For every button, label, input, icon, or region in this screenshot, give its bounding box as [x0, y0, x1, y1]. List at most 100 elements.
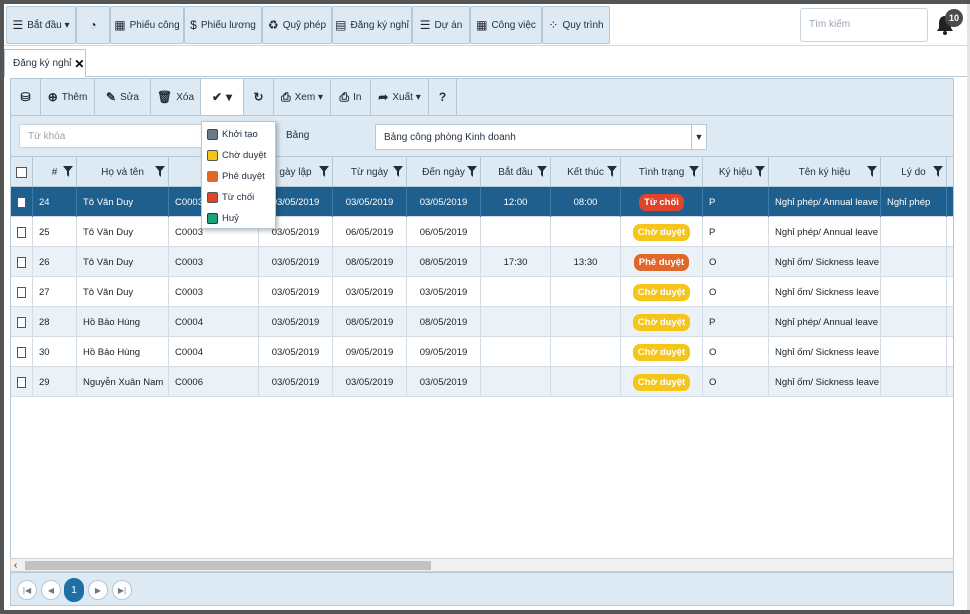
column-header[interactable]: Kết thúc — [551, 157, 621, 187]
pager: |◀ ◀ 1 ▶ ▶| — [10, 572, 954, 606]
filter-icon[interactable] — [467, 166, 477, 177]
nav-start-menu[interactable]: ☰ Bắt đầu ▾ — [6, 6, 76, 44]
filter-icon[interactable] — [607, 166, 617, 177]
cell-symbol: O — [703, 277, 769, 307]
cell-start — [481, 367, 551, 397]
table-row[interactable]: 26 Tô Văn Duy C0003 03/05/2019 08/05/2019 08/… — [11, 247, 953, 277]
chevron-down-icon[interactable]: ▼ — [691, 125, 706, 149]
scroll-left-icon[interactable]: ‹ — [14, 560, 17, 571]
cell-end: 13:30 — [551, 247, 621, 277]
page-button-current[interactable]: 1 — [64, 578, 84, 602]
cell-text: Nghỉ phép/ Annual leave — [775, 226, 878, 238]
refresh-button[interactable]: ↻ — [244, 79, 274, 115]
table-row[interactable]: 30 Hồ Bảo Hùng C0004 03/05/2019 09/05/2019 09… — [11, 337, 953, 367]
add-button[interactable]: ⊕ Thêm — [41, 79, 95, 115]
cell-start: 17:30 — [481, 247, 551, 277]
cell-text: 03/05/2019 — [271, 376, 320, 388]
column-header[interactable]: # — [33, 157, 77, 187]
notification-badge: 10 — [945, 9, 963, 27]
filter-icon[interactable] — [319, 166, 329, 177]
horizontal-scrollbar[interactable]: ‹ — [10, 558, 954, 572]
row-checkbox-cell — [11, 247, 33, 277]
cell-text: 30 — [39, 346, 50, 358]
select-all-checkbox[interactable] — [16, 166, 27, 178]
next-page-button[interactable]: ▶ — [88, 580, 108, 600]
cell-symbol-name: Nghỉ ốm/ Sickness leave — [769, 367, 881, 397]
row-checkbox[interactable] — [17, 376, 26, 388]
menu-item-cho-duyet[interactable]: Chờ duyệt — [202, 145, 275, 165]
edit-button[interactable]: ✎ Sửa — [95, 79, 151, 115]
table-row[interactable]: 27 Tô Văn Duy C0003 03/05/2019 03/05/2019 03/… — [11, 277, 953, 307]
tab-dang-ky-nghi[interactable]: Đăng ký nghỉ ✕ — [4, 49, 86, 77]
table-row[interactable]: 29 Nguyễn Xuân Nam C0006 03/05/2019 03/05/20… — [11, 367, 953, 397]
menu-item-phe-duyet[interactable]: Phê duyệt — [202, 166, 275, 186]
nav-quy-phep[interactable]: ♻ Quỹ phép — [262, 6, 332, 44]
first-page-button[interactable]: |◀ — [17, 580, 37, 600]
last-page-button[interactable]: ▶| — [112, 580, 132, 600]
nav-dashboard[interactable]: ◔ — [76, 6, 110, 44]
bang-select[interactable]: Bảng công phòng Kinh doanh — [375, 124, 707, 150]
export-button[interactable]: ➦ Xuất ▾ — [371, 79, 429, 115]
status-dropdown-button[interactable]: ✔ ▾ — [201, 79, 244, 115]
cell-status: Phê duyệt — [621, 247, 703, 277]
filter-icon[interactable] — [155, 166, 165, 177]
close-icon[interactable]: ✕ — [74, 57, 84, 71]
menu-item-khoi-tao[interactable]: Khởi tạo — [202, 124, 275, 144]
filter-icon[interactable] — [867, 166, 877, 177]
nav-quy-trinh[interactable]: ⁘ Quy trình — [542, 6, 610, 44]
table-row[interactable]: 25 Tô Văn Duy C0003 03/05/2019 06/05/2019 06/… — [11, 217, 953, 247]
cell-text: C0003 — [175, 226, 203, 238]
cell-code: C0003 — [169, 277, 259, 307]
nav-phieu-luong[interactable]: $ Phiếu lương — [184, 6, 262, 44]
row-checkbox[interactable] — [17, 346, 26, 358]
row-checkbox[interactable] — [17, 226, 26, 238]
row-checkbox[interactable] — [17, 256, 26, 268]
cell-end — [551, 307, 621, 337]
column-header[interactable]: Tình trạng — [621, 157, 703, 187]
table-row[interactable]: 28 Hồ Bảo Hùng C0004 03/05/2019 08/05/2019 08… — [11, 307, 953, 337]
table-row[interactable]: 24 Tô Văn Duy C0003 03/05/2019 03/05/2019 03/… — [11, 187, 953, 217]
delete-button[interactable]: 🗑 Xóa — [151, 79, 201, 115]
cell-num: 28 — [33, 307, 77, 337]
filter-icon[interactable] — [63, 166, 73, 177]
row-checkbox[interactable] — [17, 196, 26, 208]
nav-phieu-cong[interactable]: ▦ Phiếu công — [110, 6, 184, 44]
column-header[interactable]: Từ ngày — [333, 157, 407, 187]
filter-icon[interactable] — [755, 166, 765, 177]
cell-symbol-name: Nghỉ phép/ Annual leave — [769, 217, 881, 247]
column-header[interactable]: Ký hiệu — [703, 157, 769, 187]
row-checkbox[interactable] — [17, 286, 26, 298]
column-header[interactable]: Lý do — [881, 157, 947, 187]
menu-item-huy[interactable]: Huỷ — [202, 208, 275, 228]
search-input[interactable]: Tìm kiếm — [800, 8, 928, 42]
scrollbar-thumb[interactable] — [25, 561, 431, 570]
nav-label: Dự án — [434, 19, 463, 31]
cell-text: Nghỉ phép — [887, 196, 931, 208]
column-header[interactable]: Họ và tên — [77, 157, 169, 187]
filter-icon[interactable] — [393, 166, 403, 177]
column-header[interactable]: Bắt đầu — [481, 157, 551, 187]
cell-created: 03/05/2019 — [259, 307, 333, 337]
cell-text: Nghỉ ốm/ Sickness leave — [775, 286, 880, 298]
column-header[interactable]: M — [947, 157, 953, 187]
prev-page-button[interactable]: ◀ — [41, 580, 61, 600]
filter-icon[interactable] — [933, 166, 943, 177]
menu-item-tu-choi[interactable]: Từ chối — [202, 187, 275, 207]
column-header[interactable]: Tên ký hiệu — [769, 157, 881, 187]
find-button[interactable]: ⛁ — [11, 79, 41, 115]
filter-icon[interactable] — [689, 166, 699, 177]
row-checkbox[interactable] — [17, 316, 26, 328]
print-button[interactable]: ⎙ In — [331, 79, 371, 115]
nav-du-an[interactable]: ☰ Dự án — [412, 6, 470, 44]
view-button[interactable]: ⎙ Xem ▾ — [274, 79, 331, 115]
nav-dang-ky-nghi[interactable]: ▤ Đăng ký nghỉ — [332, 6, 412, 44]
nav-cong-viec[interactable]: ▦ Công việc — [470, 6, 542, 44]
column-header[interactable]: Đến ngày — [407, 157, 481, 187]
menu-item-label: Từ chối — [222, 191, 255, 203]
keyword-input[interactable]: Từ khóa — [19, 124, 219, 148]
filter-icon[interactable] — [537, 166, 547, 177]
export-label: Xuất ▾ — [392, 91, 421, 103]
help-button[interactable]: ? — [429, 79, 457, 115]
column-header[interactable] — [11, 157, 33, 187]
dollar-icon: $ — [190, 18, 197, 32]
